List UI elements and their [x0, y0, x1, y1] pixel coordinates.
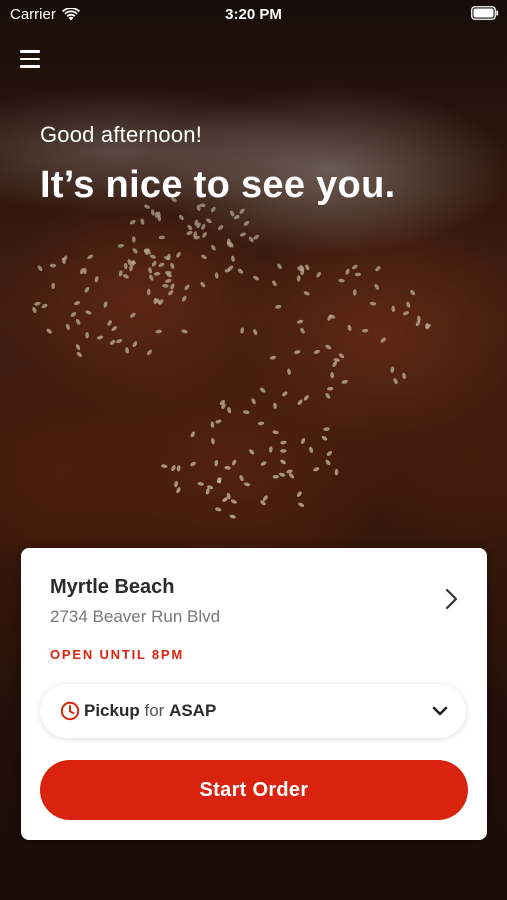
start-order-button[interactable]: Start Order — [40, 760, 468, 820]
order-mode-label: Pickup for ASAP — [84, 701, 216, 721]
order-time: ASAP — [169, 701, 217, 720]
order-connector: for — [144, 701, 165, 720]
chevron-right-icon — [445, 588, 458, 610]
hamburger-menu-icon[interactable] — [14, 44, 46, 74]
status-time: 3:20 PM — [225, 6, 282, 23]
clock-icon — [60, 701, 80, 721]
menu-line — [20, 65, 40, 68]
greeting-salutation: Good afternoon! — [40, 122, 203, 147]
battery-icon — [471, 6, 499, 20]
order-mode-dropdown[interactable]: Pickup for ASAP — [40, 684, 466, 738]
status-bar: Carrier 3:20 PM — [0, 0, 507, 30]
app-screen: Carrier 3:20 PM Good afternoon! It’s nic… — [0, 0, 507, 900]
chevron-down-icon — [432, 706, 448, 716]
order-type: Pickup — [84, 701, 140, 720]
location-address: 2734 Beaver Run Blvd — [50, 607, 221, 626]
location-card: Myrtle Beach 2734 Beaver Run Blvd OPEN U… — [21, 548, 487, 840]
location-name: Myrtle Beach — [50, 576, 175, 598]
location-selector[interactable]: Myrtle Beach 2734 Beaver Run Blvd — [21, 548, 487, 638]
hours-status: OPEN UNTIL 8PM — [50, 647, 185, 662]
greeting-headline: It’s nice to see you. — [40, 164, 396, 206]
menu-line — [20, 50, 40, 53]
menu-line — [20, 57, 40, 61]
